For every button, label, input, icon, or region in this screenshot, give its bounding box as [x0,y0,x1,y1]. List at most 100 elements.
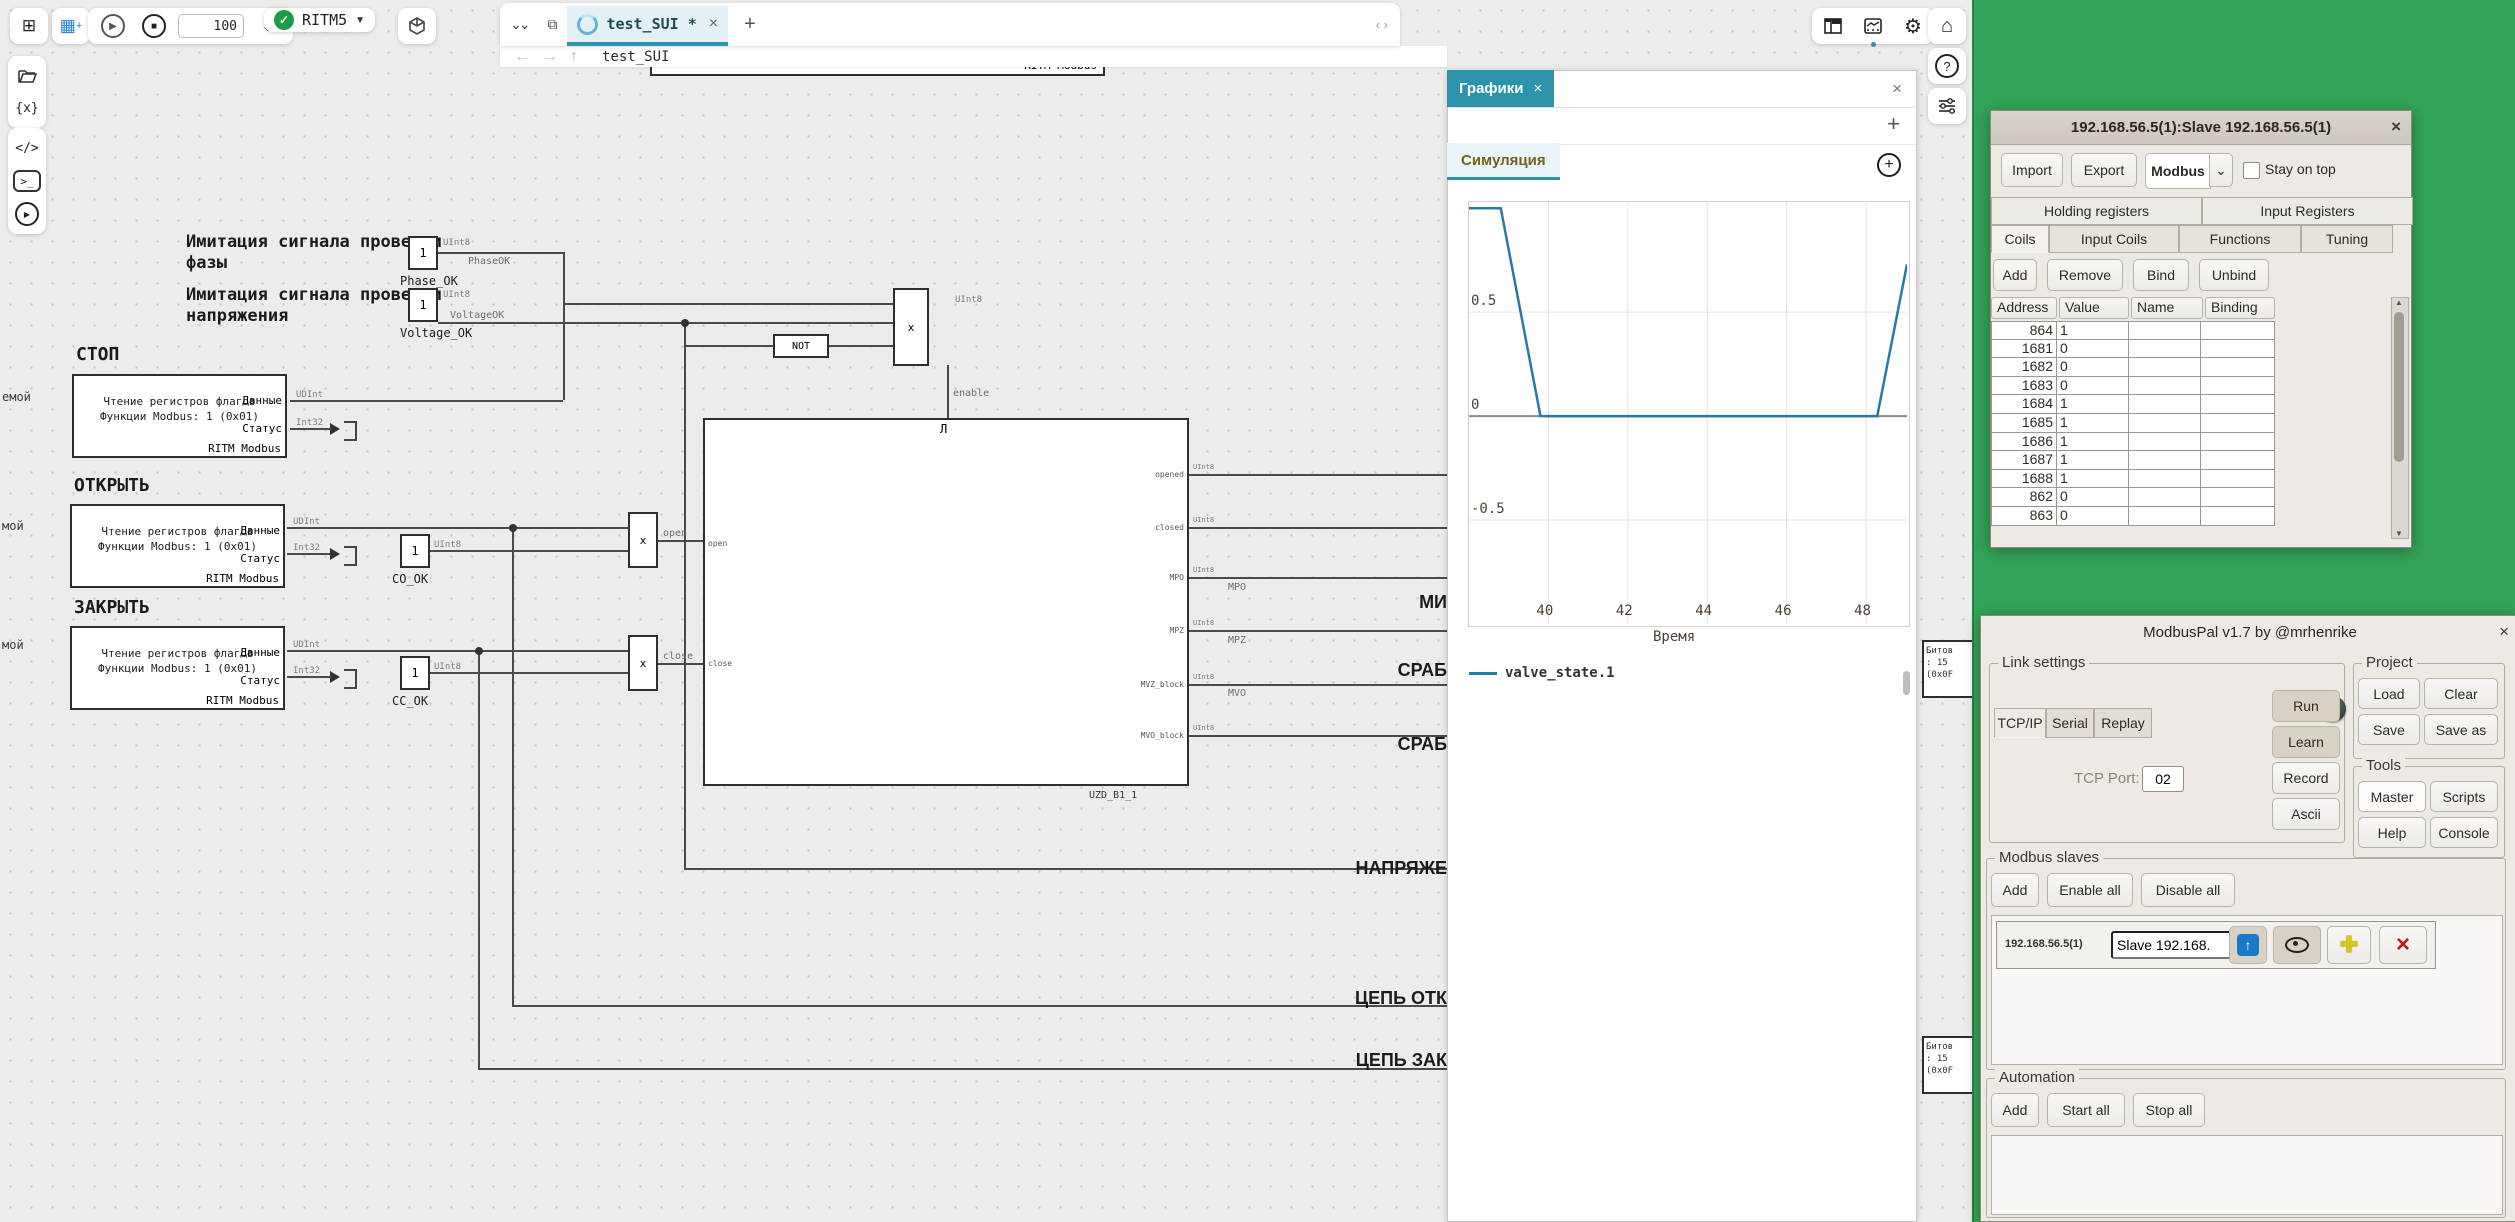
table-cell[interactable] [2201,340,2275,359]
table-cell[interactable] [2129,451,2201,470]
table-cell[interactable]: 1 [2057,451,2129,470]
table-cell[interactable]: 1687 [1991,451,2057,470]
table-cell[interactable]: 0 [2057,488,2129,507]
and-gate-block[interactable]: x [893,288,929,366]
table-cell[interactable]: 0 [2057,358,2129,377]
chart-legend[interactable]: valve_state.1 [1469,665,1615,681]
charts-icon[interactable] [1856,10,1890,42]
table-cell[interactable]: 1684 [1991,395,2057,414]
coil-tab-coils[interactable]: Coils [1991,225,2049,253]
modbus-read-block[interactable]: Чтение регистров флаговФункции Modbus: 1… [72,374,287,458]
table-cell[interactable] [2201,488,2275,507]
slave-eye-button[interactable] [2273,926,2321,964]
nav-forward-icon[interactable]: → [542,48,558,66]
table-scrollbar[interactable]: ▲ ▼ [2391,297,2409,539]
table-cell[interactable] [2201,377,2275,396]
add-block-icon[interactable]: ▦+ [54,10,88,42]
variables-icon[interactable]: {x} [10,92,44,124]
register-tab-input[interactable]: Input Registers [2202,197,2413,225]
link-tab-tcp-ip[interactable]: TCP/IP [1994,708,2046,738]
table-cell[interactable]: 1 [2057,395,2129,414]
table-cell[interactable]: 1683 [1991,377,2057,396]
tabbar-overflow-icon[interactable]: ‹ › [1376,17,1388,32]
save-button[interactable]: Save [2358,714,2420,745]
code-icon[interactable]: </> [10,132,44,164]
tab-test-sui[interactable]: test_SUI * × [567,6,728,46]
table-cell[interactable] [2129,340,2201,359]
remove-button[interactable]: Remove [2047,259,2123,291]
link-tab-replay[interactable]: Replay [2094,708,2152,738]
master-button[interactable]: Master [2358,781,2426,812]
mode-select-value[interactable]: Modbus [2145,153,2211,189]
table-cell[interactable]: 1681 [1991,340,2057,359]
mode-select-arrow-icon[interactable]: ⌄ [2209,153,2233,187]
table-cell[interactable] [2129,358,2201,377]
clear-button[interactable]: Clear [2424,678,2498,709]
table-cell[interactable]: 0 [2057,507,2129,526]
add-button[interactable]: Add [1991,1093,2039,1127]
add-button[interactable]: Add [1993,259,2037,291]
run-icon[interactable]: ▶ [96,10,130,42]
search-run-icon[interactable]: ▶ [10,198,44,230]
graphs-tab-close-icon[interactable]: × [1534,80,1543,97]
slave-window-titlebar[interactable]: 192.168.56.5(1):Slave 192.168.56.5(1) × [1991,111,2411,145]
table-scrollbar-thumb[interactable] [2394,312,2404,462]
table-cell[interactable]: 1686 [1991,433,2057,452]
table-cell[interactable] [2129,414,2201,433]
table-cell[interactable]: 1685 [1991,414,2057,433]
coil-tab-input-coils[interactable]: Input Coils [2049,225,2179,253]
constant-block[interactable]: 1 [408,288,438,322]
table-cell[interactable] [2129,433,2201,452]
and-gate-block[interactable]: x [628,512,658,568]
slave-row[interactable]: 192.168.56.5(1) ↑ ✚ × [1996,921,2436,969]
scripts-button[interactable]: Scripts [2430,781,2498,812]
record-button[interactable]: Record [2272,762,2340,794]
table-cell[interactable] [2201,451,2275,470]
slave-add-automation-button[interactable]: ✚ [2327,926,2371,964]
slave-enable-button[interactable]: ↑ [2229,926,2267,964]
link-tab-serial[interactable]: Serial [2046,708,2094,738]
project-selector[interactable]: ✓ RITM5 ▼ [264,8,375,32]
layout-grid-icon[interactable]: ⊞ [12,10,46,42]
coil-tab-functions[interactable]: Functions [2179,225,2301,253]
modbus-read-block[interactable]: Чтение регистров флаговФункции Modbus: 1… [70,504,285,588]
table-cell[interactable]: 1 [2057,470,2129,489]
table-cell[interactable] [2201,321,2275,340]
modbus-read-block[interactable]: Чтение регистров флаговФункции Modbus: 1… [70,626,285,710]
sliders-icon[interactable] [1930,90,1964,122]
export-button[interactable]: Export [2071,153,2137,187]
home-icon[interactable]: ⌂ [1930,10,1964,42]
table-cell[interactable]: 862 [1991,488,2057,507]
table-cell[interactable] [2129,488,2201,507]
stop-icon[interactable]: ■ [137,10,171,42]
table-cell[interactable]: 863 [1991,507,2057,526]
not-block[interactable]: NOT [773,334,829,358]
table-cell[interactable] [2201,470,2275,489]
disable-all-button[interactable]: Disable all [2141,873,2235,907]
constant-block[interactable]: 1 [400,534,430,568]
load-button[interactable]: Load [2358,678,2420,709]
table-cell[interactable] [2201,507,2275,526]
table-cell[interactable] [2129,377,2201,396]
terminal-icon[interactable]: >_ [13,170,41,192]
add-curve-icon[interactable]: + [1877,153,1901,177]
tcp-port-input[interactable] [2142,766,2184,792]
valve-control-block[interactable]: ЛopencloseopenedclosedMPOMPZMVZ_blockMVO… [703,418,1189,786]
enable-all-button[interactable]: Enable all [2047,873,2133,907]
cube-icon[interactable] [400,10,434,42]
table-cell[interactable]: 1688 [1991,470,2057,489]
table-cell[interactable]: 1682 [1991,358,2057,377]
slave-window-close-icon[interactable]: × [2391,117,2401,137]
table-cell[interactable]: 1 [2057,433,2129,452]
stay-on-top-checkbox[interactable] [2243,162,2260,179]
and-gate-block[interactable]: x [628,635,658,691]
new-tab-button[interactable]: + [744,13,756,36]
stop-all-button[interactable]: Stop all [2133,1093,2205,1127]
graphs-tab[interactable]: Графики × [1447,70,1554,107]
binding-icon[interactable]: ⧉ [547,16,557,33]
table-cell[interactable] [2201,358,2275,377]
learn-button[interactable]: Learn [2272,726,2340,758]
scroll-down-icon[interactable]: ▼ [2395,529,2403,538]
run-button[interactable]: Run [2272,690,2340,722]
constant-block[interactable]: 1 [408,236,438,270]
